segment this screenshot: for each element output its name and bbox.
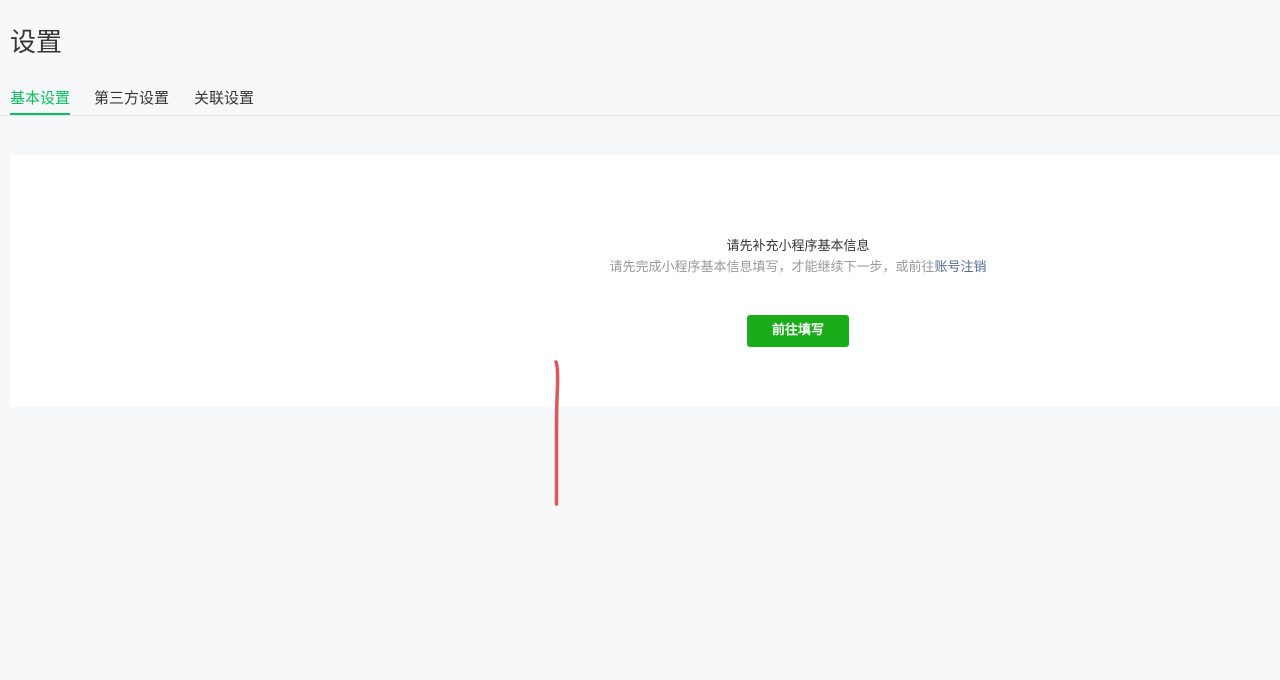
page-title: 设置 <box>10 28 63 58</box>
notice-card: 请先补充小程序基本信息 请先完成小程序基本信息填写，才能继续下一步，或前往账号注… <box>10 155 1280 407</box>
tab-linked-settings[interactable]: 关联设置 <box>194 84 254 113</box>
settings-page: 设置 基本设置 第三方设置 关联设置 请先补充小程序基本信息 请先完成小程序基本… <box>0 0 1280 680</box>
red-annotation-stroke <box>554 360 560 506</box>
go-fill-button[interactable]: 前往填写 <box>747 315 849 347</box>
tab-basic-settings[interactable]: 基本设置 <box>10 84 71 115</box>
account-cancel-link[interactable]: 账号注销 <box>935 260 987 275</box>
notice-title: 请先补充小程序基本信息 <box>726 239 870 254</box>
notice-description: 请先完成小程序基本信息填写，才能继续下一步，或前往账号注销 <box>10 259 1280 277</box>
notice-description-text: 请先完成小程序基本信息填写，才能继续下一步，或前往 <box>609 260 935 275</box>
tab-bar: 基本设置 第三方设置 关联设置 <box>0 84 1280 116</box>
tab-third-party-settings[interactable]: 第三方设置 <box>94 84 169 113</box>
